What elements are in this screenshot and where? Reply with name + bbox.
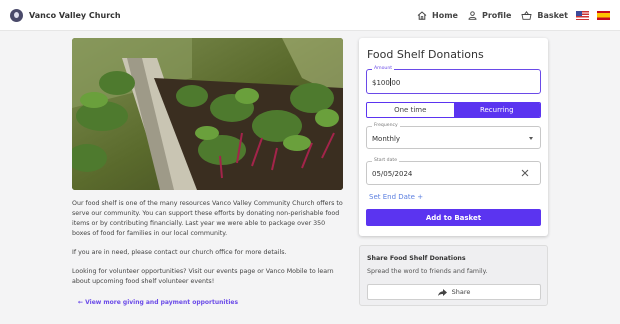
share-subtitle: Spread the word to friends and family. xyxy=(367,268,488,275)
nav-home[interactable]: Home xyxy=(417,11,458,20)
clear-icon[interactable] xyxy=(521,169,529,177)
one-time-button[interactable]: One time xyxy=(367,103,454,117)
us-flag-icon[interactable] xyxy=(576,11,589,20)
brand[interactable]: Vanco Valley Church xyxy=(10,8,121,22)
set-end-date-link[interactable]: Set End Date + xyxy=(369,193,423,201)
description: Our food shelf is one of the many resour… xyxy=(72,199,344,296)
start-date-value: 05/05/2024 xyxy=(372,170,413,178)
dropdown-arrow-icon xyxy=(529,137,533,140)
nav-basket[interactable]: Basket xyxy=(521,11,568,20)
frequency-type-toggle: One time Recurring xyxy=(366,102,541,118)
person-icon xyxy=(468,11,477,20)
start-date-label: Start date xyxy=(372,158,400,163)
share-title: Share Food Shelf Donations xyxy=(367,255,466,262)
top-nav: Home Profile Basket xyxy=(407,0,610,31)
donation-title: Food Shelf Donations xyxy=(367,48,484,61)
nav-home-label: Home xyxy=(432,11,458,20)
home-icon xyxy=(417,11,427,20)
amount-label: Amount xyxy=(372,66,395,71)
view-more-giving-link[interactable]: ← View more giving and payment opportuni… xyxy=(78,299,238,306)
share-button-label: Share xyxy=(451,288,471,296)
frequency-label: Frequency xyxy=(372,123,400,128)
frequency-select[interactable]: Frequency Monthly xyxy=(366,123,541,149)
nav-profile[interactable]: Profile xyxy=(468,11,511,20)
amount-field[interactable]: Amount $100 00 xyxy=(366,66,541,94)
top-bar: Vanco Valley Church Home Profile Basket xyxy=(0,0,620,31)
start-date-field[interactable]: Start date 05/05/2024 xyxy=(366,158,541,185)
add-to-basket-button[interactable]: Add to Basket xyxy=(366,209,541,226)
donation-card: Food Shelf Donations Amount $100 00 One t… xyxy=(359,38,548,236)
share-card: Share Food Shelf Donations Spread the wo… xyxy=(359,245,548,306)
frequency-value: Monthly xyxy=(372,135,401,143)
description-paragraph: Our food shelf is one of the many resour… xyxy=(72,200,343,237)
description-paragraph: If you are in need, please contact our c… xyxy=(72,249,287,256)
spain-flag-icon[interactable] xyxy=(597,11,610,20)
church-logo-icon xyxy=(10,8,23,22)
basket-icon xyxy=(521,11,532,20)
hero-image xyxy=(72,38,343,190)
brand-name: Vanco Valley Church xyxy=(29,10,121,20)
share-button[interactable]: Share xyxy=(367,284,541,300)
recurring-button[interactable]: Recurring xyxy=(453,103,540,117)
amount-value: $100 00 xyxy=(372,78,401,87)
nav-profile-label: Profile xyxy=(481,11,512,20)
description-paragraph: Looking for volunteer opportunities? Vis… xyxy=(72,268,334,285)
nav-basket-label: Basket xyxy=(537,11,568,20)
share-arrow-icon xyxy=(437,288,447,296)
